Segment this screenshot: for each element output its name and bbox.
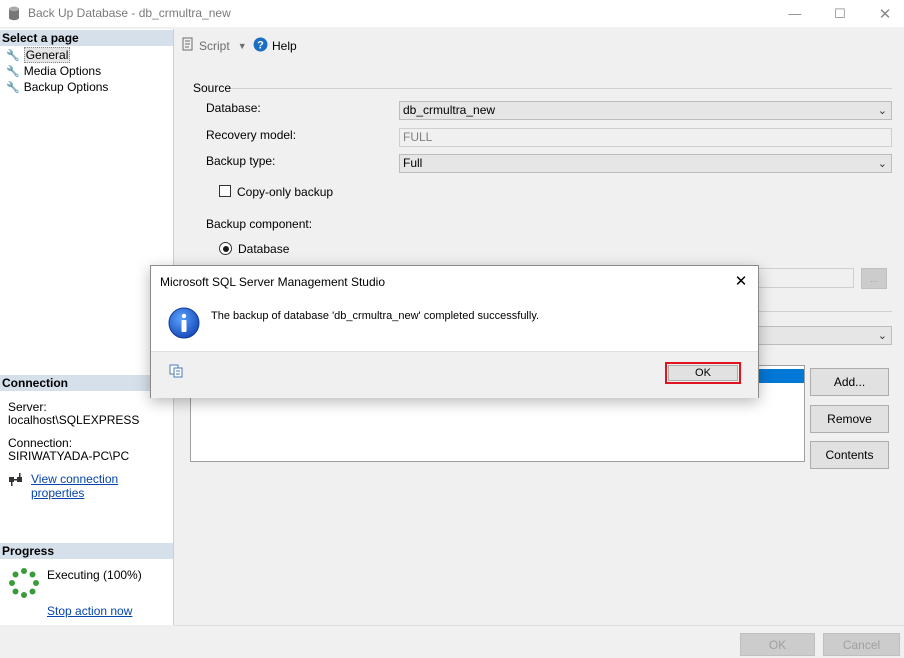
- files-field: [750, 268, 854, 288]
- progress-status: Executing (100%): [47, 568, 142, 582]
- add-button[interactable]: Add...: [810, 368, 889, 396]
- destination-divider: [750, 311, 892, 312]
- left-pane: Select a page 🔧 General 🔧 Media Options …: [0, 29, 174, 625]
- chevron-down-icon: ⌄: [877, 330, 887, 342]
- connection-header: Connection: [0, 375, 173, 391]
- backup-type-label: Backup type:: [206, 154, 276, 168]
- connection-label: Connection:: [8, 436, 73, 450]
- database-radio-label: Database: [238, 242, 290, 256]
- script-label: Script: [199, 38, 230, 53]
- page-label: Media Options: [23, 64, 102, 78]
- database-select[interactable]: db_crmultra_new ⌄: [399, 101, 892, 120]
- stop-action-link[interactable]: Stop action now: [47, 604, 132, 618]
- browse-button[interactable]: ...: [861, 268, 887, 289]
- chevron-down-icon: ⌄: [877, 105, 887, 117]
- message-dialog: Microsoft SQL Server Management Studio ✕…: [150, 265, 759, 398]
- page-label: Backup Options: [23, 80, 109, 94]
- chevron-down-icon: ⌄: [877, 158, 887, 170]
- database-value: db_crmultra_new: [403, 103, 496, 117]
- dialog-ok-button[interactable]: OK: [668, 365, 738, 381]
- recovery-model-value: FULL: [403, 130, 433, 144]
- select-page-header: Select a page: [0, 30, 173, 46]
- backup-type-select[interactable]: Full ⌄: [399, 154, 892, 173]
- close-button[interactable]: ✕: [862, 0, 904, 27]
- view-connection-properties-link[interactable]: View connection properties: [31, 472, 173, 500]
- page-item-general[interactable]: 🔧 General: [6, 47, 71, 63]
- database-label: Database:: [206, 101, 261, 115]
- help-label: Help: [272, 39, 297, 53]
- connection-properties-icon: [8, 473, 24, 490]
- database-icon: [8, 6, 20, 24]
- server-label: Server:: [8, 400, 47, 414]
- page-item-backup-options[interactable]: 🔧 Backup Options: [6, 79, 108, 95]
- progress-header: Progress: [0, 543, 173, 559]
- dialog-title: Microsoft SQL Server Management Studio: [160, 275, 385, 289]
- copy-only-checkbox[interactable]: [219, 185, 231, 197]
- info-icon: [168, 307, 200, 342]
- dialog-body: [151, 297, 758, 351]
- recovery-model-field: FULL: [399, 128, 892, 147]
- remove-button[interactable]: Remove: [810, 405, 889, 433]
- toolbar: Script ▼ ? Help: [174, 29, 904, 61]
- destination-select[interactable]: ⌄: [750, 326, 892, 345]
- recovery-model-label: Recovery model:: [206, 128, 297, 142]
- copy-icon[interactable]: [169, 364, 185, 381]
- dialog-close-button[interactable]: ✕: [727, 270, 755, 292]
- page-item-media-options[interactable]: 🔧 Media Options: [6, 63, 101, 79]
- connection-value: SIRIWATYADA-PC\PC: [8, 449, 130, 463]
- cancel-button[interactable]: Cancel: [823, 633, 900, 656]
- script-button[interactable]: Script ▼: [181, 37, 247, 54]
- minimize-button[interactable]: —: [772, 0, 818, 27]
- database-radio[interactable]: [219, 242, 232, 255]
- ok-button[interactable]: OK: [740, 633, 815, 656]
- script-icon: [181, 37, 195, 54]
- wrench-icon: 🔧: [6, 65, 20, 78]
- progress-spinner-icon: [8, 567, 40, 602]
- wrench-icon: 🔧: [6, 49, 20, 62]
- copy-only-label: Copy-only backup: [237, 185, 334, 199]
- contents-button[interactable]: Contents: [810, 441, 889, 469]
- help-button[interactable]: ? Help: [253, 37, 297, 55]
- source-divider: [231, 88, 892, 89]
- source-header: Source: [193, 81, 232, 95]
- dialog-footer: OK: [151, 351, 758, 398]
- maximize-button[interactable]: ☐: [817, 0, 863, 27]
- svg-text:?: ?: [257, 40, 264, 52]
- page-label: General: [23, 47, 71, 63]
- help-icon: ?: [253, 37, 268, 55]
- wrench-icon: 🔧: [6, 81, 20, 94]
- backup-component-label: Backup component:: [206, 217, 313, 231]
- server-value: localhost\SQLEXPRESS: [8, 413, 140, 427]
- dialog-message: The backup of database 'db_crmultra_new'…: [211, 310, 540, 322]
- window-title: Back Up Database - db_crmultra_new: [28, 6, 231, 20]
- backup-type-value: Full: [403, 156, 423, 170]
- title-bar: Back Up Database - db_crmultra_new — ☐ ✕: [0, 0, 904, 27]
- chevron-down-icon: ▼: [237, 40, 247, 51]
